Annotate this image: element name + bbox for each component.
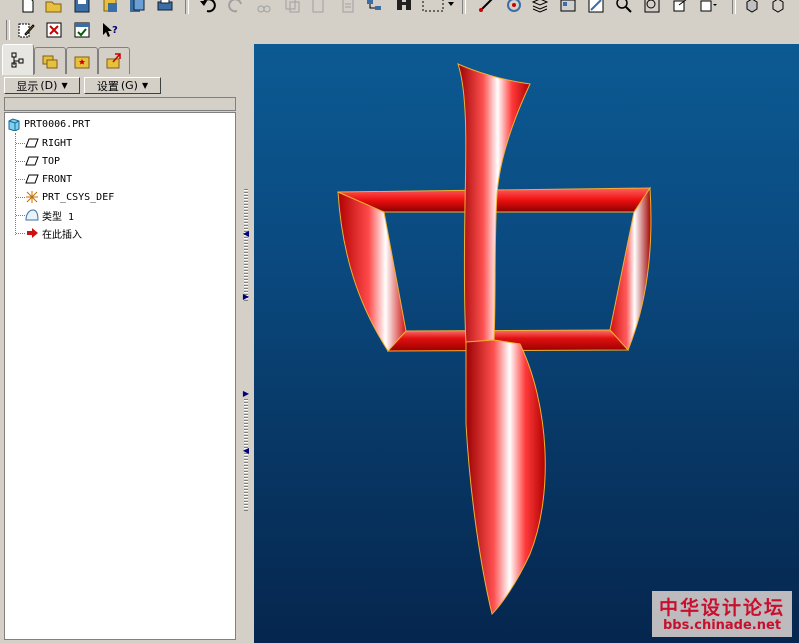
zoom-out-icon[interactable] bbox=[642, 0, 662, 15]
redo-icon bbox=[226, 0, 246, 15]
watermark-title: 中华设计论坛 bbox=[658, 597, 785, 619]
save-icon[interactable] bbox=[72, 0, 92, 15]
show-menu-key: (D) bbox=[40, 79, 58, 92]
collapse-left-icon[interactable]: ◀ bbox=[241, 446, 251, 456]
tree-connector bbox=[16, 161, 25, 162]
chevron-down-icon[interactable] bbox=[446, 0, 456, 15]
chevron-down-icon: ▼ bbox=[141, 81, 149, 90]
close-window-icon[interactable] bbox=[44, 20, 64, 40]
tab-favorites[interactable] bbox=[66, 47, 98, 74]
cut-icon bbox=[254, 0, 274, 15]
tree-item[interactable]: TOP bbox=[25, 152, 60, 170]
edit-sketch-icon[interactable] bbox=[16, 20, 36, 40]
shading-icon[interactable] bbox=[742, 0, 762, 15]
regenerate-icon[interactable] bbox=[364, 0, 384, 15]
tree-column-header bbox=[4, 97, 236, 111]
chevron-down-icon: ▼ bbox=[61, 81, 68, 90]
zoom-in-icon[interactable] bbox=[614, 0, 634, 15]
new-file-icon[interactable] bbox=[18, 0, 38, 15]
select-box-icon[interactable] bbox=[420, 0, 446, 15]
tree-connector bbox=[16, 197, 25, 198]
tree-connector bbox=[16, 179, 25, 180]
expand-right-icon[interactable]: ▶ bbox=[241, 292, 251, 302]
folder-browser-icon bbox=[42, 55, 58, 69]
tree-item-label: TOP bbox=[42, 155, 61, 167]
secondary-toolbar: ? bbox=[0, 17, 799, 44]
graphics-viewport[interactable]: 中华设计论坛 bbs.chinade.net bbox=[254, 44, 799, 643]
tree-item[interactable]: PRT_CSYS_DEF bbox=[25, 188, 114, 206]
tree-item[interactable]: RIGHT bbox=[25, 134, 72, 152]
open-folder-icon[interactable] bbox=[44, 0, 64, 15]
show-menu-label: 显示 bbox=[16, 79, 39, 93]
settings-menu-label: 设置 bbox=[96, 79, 119, 93]
tree-connector bbox=[15, 133, 16, 235]
main-toolbar bbox=[0, 0, 799, 17]
paste-icon bbox=[308, 0, 328, 15]
svg-text:?: ? bbox=[112, 25, 118, 36]
settings-menu-button[interactable]: 设置 (G) ▼ bbox=[84, 77, 161, 94]
tree-item-root[interactable]: PRT0006.PRT bbox=[7, 115, 90, 133]
datum-plane-icon bbox=[25, 174, 39, 184]
save-copy-icon[interactable] bbox=[100, 0, 120, 15]
datum-plane-icon bbox=[25, 156, 39, 166]
tab-folder-browser[interactable] bbox=[34, 47, 66, 74]
tree-item-label: PRT0006.PRT bbox=[24, 118, 91, 130]
refit-icon[interactable] bbox=[586, 0, 606, 15]
model-tree-icon bbox=[11, 52, 24, 68]
view-manager-icon[interactable] bbox=[558, 0, 578, 15]
tree-connector bbox=[16, 215, 25, 216]
model-3d-view bbox=[337, 63, 652, 615]
panel-splitter[interactable]: ◀ ▶ ▶ ◀ bbox=[240, 44, 254, 643]
toolbar-separator bbox=[732, 0, 736, 14]
collapse-left-icon[interactable]: ◀ bbox=[241, 229, 251, 239]
tree-item-label: FRONT bbox=[42, 173, 73, 185]
toolbar-separator bbox=[462, 0, 466, 14]
settings-menu-key: (G) bbox=[120, 79, 138, 92]
part-icon bbox=[8, 118, 20, 131]
datum-plane-icon bbox=[25, 138, 39, 148]
datum-axis-icon[interactable] bbox=[476, 0, 496, 15]
connections-icon bbox=[106, 53, 121, 69]
paste-special-icon bbox=[338, 0, 358, 15]
backup-icon[interactable] bbox=[127, 0, 147, 15]
tree-item-label: 类型 1 bbox=[42, 211, 75, 223]
favorites-icon bbox=[74, 56, 90, 69]
expand-right-icon[interactable]: ▶ bbox=[241, 389, 251, 399]
activate-window-icon[interactable] bbox=[72, 20, 92, 40]
insert-here-arrow-icon bbox=[27, 228, 38, 238]
tree-item[interactable]: 类型 1 bbox=[25, 206, 74, 224]
tree-item-insert-here[interactable]: 在此插入 bbox=[25, 224, 82, 242]
undo-icon[interactable] bbox=[198, 0, 218, 15]
tree-item-label: PRT_CSYS_DEF bbox=[42, 191, 115, 203]
toolbar-separator bbox=[185, 0, 189, 14]
tree-item-label: 在此插入 bbox=[42, 229, 82, 241]
layers-icon[interactable] bbox=[530, 0, 550, 15]
tree-item-label: RIGHT bbox=[42, 137, 73, 149]
hidden-line-icon[interactable] bbox=[768, 0, 788, 15]
tree-connector bbox=[16, 143, 25, 144]
style-feature-icon bbox=[25, 209, 39, 221]
model-tree: PRT0006.PRT RIGHT TOP FRONT PRT_CSYS_DEF… bbox=[4, 112, 236, 640]
toolbar-grip bbox=[6, 20, 10, 40]
context-help-icon[interactable]: ? bbox=[100, 20, 120, 40]
watermark-badge: 中华设计论坛 bbs.chinade.net bbox=[652, 591, 792, 637]
navigator-tabs bbox=[0, 44, 240, 75]
orient-icon[interactable] bbox=[670, 0, 690, 15]
navigator-panel: 显示 (D) ▼ 设置 (G) ▼ PRT0006.PRT RIGHT TOP … bbox=[0, 44, 240, 643]
spin-center-icon[interactable] bbox=[504, 0, 524, 15]
tab-connections[interactable] bbox=[98, 47, 130, 74]
watermark-url: bbs.chinade.net bbox=[662, 618, 782, 633]
saved-views-icon[interactable] bbox=[698, 0, 718, 15]
tab-model-tree[interactable] bbox=[2, 44, 34, 75]
coordinate-system-icon bbox=[26, 191, 38, 203]
find-icon[interactable] bbox=[394, 0, 414, 15]
splitter-grip[interactable] bbox=[244, 189, 248, 301]
tree-connector bbox=[16, 233, 25, 234]
print-icon[interactable] bbox=[155, 0, 175, 15]
tree-item[interactable]: FRONT bbox=[25, 170, 72, 188]
copy-icon bbox=[282, 0, 302, 15]
show-menu-button[interactable]: 显示 (D) ▼ bbox=[4, 77, 80, 94]
